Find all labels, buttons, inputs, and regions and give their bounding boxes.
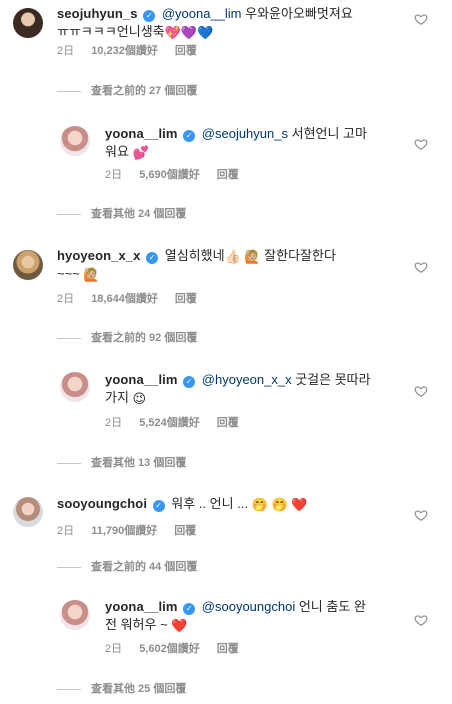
view-replies-button[interactable]: 查看之前的 27 個回覆 [57, 84, 197, 98]
likes-count[interactable]: 5,524個讚好 [139, 417, 200, 429]
view-replies-button[interactable]: 查看之前的 44 個回覆 [57, 560, 197, 574]
verified-badge-icon: ✓ [183, 376, 196, 388]
view-replies-button[interactable]: 查看其他 25 個回覆 [57, 682, 186, 696]
likes-count[interactable]: 11,790個讚好 [91, 525, 157, 537]
emoji-red-heart: ❤️ [171, 618, 188, 633]
verified-badge-icon: ✓ [152, 500, 165, 512]
mention-link[interactable]: @hyoyeon_x_x [202, 372, 292, 387]
comment-text-line2: 워요 [105, 144, 129, 159]
view-replies-button[interactable]: 查看其他 24 個回覆 [57, 207, 186, 221]
comment-text: 서현언니 고마 [291, 126, 367, 141]
mention-link[interactable]: @seojuhyun_s [202, 126, 288, 141]
reply-button[interactable]: 回覆 [175, 293, 197, 305]
verified-badge-icon: ✓ [183, 130, 196, 142]
likes-count[interactable]: 5,690個讚好 [139, 169, 200, 181]
emoji-raising-hand: 🙋🏼 [83, 267, 100, 282]
heart-outline-icon[interactable] [414, 384, 428, 398]
likes-count[interactable]: 10,232個讚好 [91, 45, 158, 57]
avatar[interactable] [13, 250, 43, 280]
likes-count[interactable]: 5,602個讚好 [139, 643, 200, 655]
heart-outline-icon[interactable] [414, 508, 428, 522]
emoji-wink: 😉 [132, 391, 147, 406]
comment-time: 2日 [57, 293, 75, 305]
comment-time: 2日 [105, 417, 123, 429]
emoji-thumbs-up: 👍🏻 [224, 249, 241, 264]
comment-text: 우와윤아오빠멋져요 [245, 6, 353, 21]
heart-outline-icon[interactable] [414, 137, 428, 151]
comment-text-line2: ~~~ [57, 266, 80, 281]
username[interactable]: hyoyeon_x_x [57, 248, 140, 263]
view-replies-button[interactable]: 查看之前的 92 個回覆 [57, 331, 197, 345]
mention-link[interactable]: @sooyoungchoi [202, 599, 295, 614]
comment-text: 열심히했네 [164, 248, 225, 263]
heart-outline-icon[interactable] [414, 12, 428, 26]
username[interactable]: yoona__lim [105, 372, 178, 387]
avatar[interactable] [13, 8, 43, 38]
comment-text-line2: ㅠㅠㅋㅋㅋ언니생축 [57, 24, 165, 39]
likes-count[interactable]: 18,644個讚好 [91, 293, 158, 305]
emoji-heart: 💕 [132, 145, 149, 160]
username[interactable]: yoona__lim [105, 599, 178, 614]
emoji-raising-hand: 🙋🏼 [244, 249, 261, 264]
username[interactable]: seojuhyun_s [57, 6, 138, 21]
reply-button[interactable]: 回覆 [174, 525, 196, 537]
comment-time: 2日 [57, 525, 75, 537]
avatar[interactable] [13, 497, 43, 527]
comment-text-2: 잘한다잘한다 [264, 248, 336, 263]
verified-badge-icon: ✓ [143, 10, 156, 22]
avatar[interactable] [60, 600, 90, 630]
thread-line [57, 90, 81, 92]
emoji-hearts: 💖💜💙 [164, 25, 214, 40]
emoji-hand-over-mouth: 🤭 🤭 [251, 497, 288, 512]
verified-badge-icon: ✓ [146, 252, 159, 264]
reply-button[interactable]: 回覆 [217, 417, 239, 429]
view-replies-button[interactable]: 查看其他 13 個回覆 [57, 456, 186, 470]
verified-badge-icon: ✓ [183, 603, 196, 615]
username[interactable]: sooyoungchoi [57, 496, 147, 511]
avatar[interactable] [60, 126, 90, 156]
comment-time: 2日 [57, 45, 75, 57]
username[interactable]: yoona__lim [105, 126, 178, 141]
thread-line [57, 462, 81, 464]
thread-line [57, 566, 81, 568]
reply-button[interactable]: 回覆 [217, 169, 239, 181]
comment-text: 굿걸은 못따라 [295, 372, 371, 387]
heart-outline-icon[interactable] [414, 260, 428, 274]
avatar[interactable] [60, 372, 90, 402]
comment-time: 2日 [105, 643, 123, 655]
thread-line [57, 688, 81, 690]
reply-button[interactable]: 回覆 [175, 45, 197, 57]
mention-link[interactable]: @yoona__lim [162, 6, 242, 21]
comment-text-line2: 전 워허우 ~ [105, 617, 168, 632]
comment-text-line2: 가지 [105, 390, 129, 405]
thread-line [57, 337, 81, 339]
comment-text: 워후 .. 언니 ... [171, 496, 249, 511]
reply-button[interactable]: 回覆 [217, 643, 239, 655]
comment-text: 언니 춤도 완 [298, 599, 366, 614]
comment-time: 2日 [105, 169, 123, 181]
thread-line [57, 213, 81, 215]
heart-outline-icon[interactable] [414, 613, 428, 627]
emoji-red-heart: ❤️ [291, 497, 308, 512]
